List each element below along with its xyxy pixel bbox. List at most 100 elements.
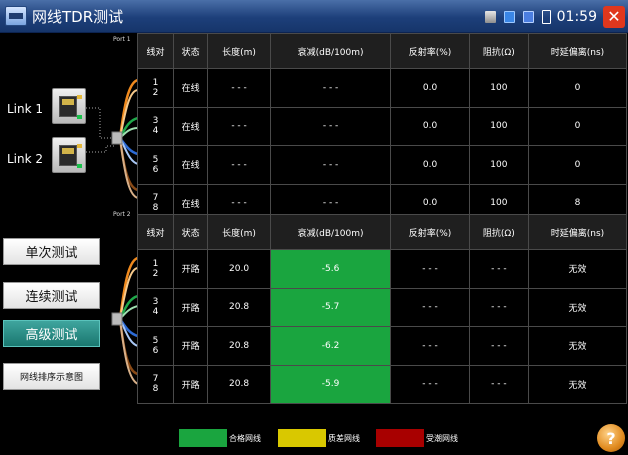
pair-cell: 34 (137, 106, 174, 146)
reflection-cell: 0.0 (390, 106, 470, 146)
table-row: 12 在线 - - - - - - 0.0 100 0 (137, 68, 628, 108)
table-row: 12 开路 20.0 -5.6 - - - - - - 无效 (137, 249, 628, 289)
length-cell: 20.8 (207, 364, 271, 404)
delay-cell: 0 (527, 145, 628, 185)
port2-table: 线对 状态 长度(m) 衰减(dB/100m) 反射率(%) 阻抗(Ω) 时延偏… (137, 214, 628, 404)
status-area: 01:59 ✕ (484, 0, 628, 33)
pair-cell: 34 (137, 287, 174, 327)
table-row: 56 在线 - - - - - - 0.0 100 0 (137, 145, 628, 185)
port1-cable-graphic (111, 78, 138, 199)
port1-table: 线对 状态 长度(m) 衰减(dB/100m) 反射率(%) 阻抗(Ω) 时延偏… (137, 33, 628, 223)
battery-icon (541, 9, 551, 24)
reflection-cell: - - - (390, 364, 470, 404)
delay-cell: 0 (527, 106, 628, 146)
app-icon (5, 6, 27, 26)
attenuation-cell: - - - (269, 106, 392, 146)
header-delay: 时延偏离(ns) (527, 33, 628, 69)
length-cell: 20.8 (207, 287, 271, 327)
table-row: 34 开路 20.8 -5.7 - - - - - - 无效 (137, 287, 628, 327)
impedance-cell: - - - (468, 287, 529, 327)
pair-cell: 12 (137, 68, 174, 108)
delay-cell: 无效 (527, 326, 628, 366)
impedance-cell: 100 (468, 145, 529, 185)
advanced-test-button[interactable]: 高级测试 (3, 320, 100, 347)
table-row: 56 开路 20.8 -6.2 - - - - - - 无效 (137, 326, 628, 366)
header-pair: 线对 (137, 33, 174, 69)
title-bar: 网线TDR测试 01:59 ✕ (0, 0, 628, 33)
link1-port-icon (52, 88, 86, 124)
delay-cell: 无效 (527, 249, 628, 289)
reflection-cell: - - - (390, 326, 470, 366)
pair-cell: 56 (137, 145, 174, 185)
impedance-cell: - - - (468, 249, 529, 289)
header-delay: 时延偏离(ns) (527, 214, 628, 250)
window-title: 网线TDR测试 (32, 8, 124, 26)
usb-icon (522, 10, 534, 23)
attenuation-cell: - - - (269, 145, 392, 185)
header-impedance: 阻抗(Ω) (468, 33, 529, 69)
wiring-diagram-button[interactable]: 网线排序示意图 (3, 363, 100, 390)
header-status: 状态 (172, 214, 209, 250)
port2-cable-graphic (111, 256, 138, 385)
impedance-cell: 100 (468, 68, 529, 108)
header-length: 长度(m) (207, 33, 271, 69)
delay-cell: 0 (527, 68, 628, 108)
legend-swatch-good (179, 429, 227, 447)
status-cell: 开路 (172, 249, 209, 289)
port2-header-row: 线对 状态 长度(m) 衰减(dB/100m) 反射率(%) 阻抗(Ω) 时延偏… (137, 214, 628, 250)
port2-label: Port 2 (113, 211, 131, 218)
link2-label: Link 2 (7, 152, 44, 166)
reflection-cell: 0.0 (390, 145, 470, 185)
close-button[interactable]: ✕ (603, 5, 625, 28)
impedance-cell: 100 (468, 106, 529, 146)
legend-swatch-poor (278, 429, 326, 447)
attenuation-cell: -5.9 (269, 364, 392, 404)
header-reflection: 反射率(%) (390, 214, 470, 250)
header-impedance: 阻抗(Ω) (468, 214, 529, 250)
table-row: 34 在线 - - - - - - 0.0 100 0 (137, 106, 628, 146)
link2-port-icon (52, 137, 86, 173)
attenuation-cell: -6.2 (269, 326, 392, 366)
length-cell: - - - (207, 68, 271, 108)
status-cell: 开路 (172, 287, 209, 327)
status-cell: 开路 (172, 364, 209, 404)
length-cell: 20.0 (207, 249, 271, 289)
header-pair: 线对 (137, 214, 174, 250)
legend-good: 合格网线 (179, 429, 261, 447)
header-length: 长度(m) (207, 214, 271, 250)
continuous-test-button[interactable]: 连续测试 (3, 282, 100, 309)
attenuation-cell: - - - (269, 68, 392, 108)
reflection-cell: 0.0 (390, 68, 470, 108)
delay-cell: 无效 (527, 364, 628, 404)
status-cell: 在线 (172, 106, 209, 146)
legend-poor: 质差网线 (278, 429, 360, 447)
link1-label: Link 1 (7, 102, 44, 116)
status-cell: 在线 (172, 145, 209, 185)
header-reflection: 反射率(%) (390, 33, 470, 69)
legend-damp: 受潮网线 (376, 429, 458, 447)
legend-swatch-damp (376, 429, 424, 447)
impedance-cell: - - - (468, 364, 529, 404)
network-icon (503, 10, 515, 23)
length-cell: - - - (207, 145, 271, 185)
pair-cell: 78 (137, 364, 174, 404)
port1-header-row: 线对 状态 长度(m) 衰减(dB/100m) 反射率(%) 阻抗(Ω) 时延偏… (137, 33, 628, 69)
status-cell: 在线 (172, 68, 209, 108)
single-test-button[interactable]: 单次测试 (3, 238, 100, 265)
table-row: 78 开路 20.8 -5.9 - - - - - - 无效 (137, 364, 628, 404)
impedance-cell: - - - (468, 326, 529, 366)
help-icon[interactable]: ? (597, 424, 625, 452)
length-cell: - - - (207, 106, 271, 146)
delay-cell: 无效 (527, 287, 628, 327)
port1-label: Port 1 (113, 36, 131, 43)
length-cell: 20.8 (207, 326, 271, 366)
header-attenuation: 衰减(dB/100m) (269, 33, 392, 69)
reflection-cell: - - - (390, 249, 470, 289)
clock-time: 01:59 (556, 8, 597, 25)
sd-card-icon (484, 10, 496, 23)
header-status: 状态 (172, 33, 209, 69)
header-attenuation: 衰减(dB/100m) (269, 214, 392, 250)
status-cell: 开路 (172, 326, 209, 366)
pair-cell: 56 (137, 326, 174, 366)
attenuation-cell: -5.6 (269, 249, 392, 289)
